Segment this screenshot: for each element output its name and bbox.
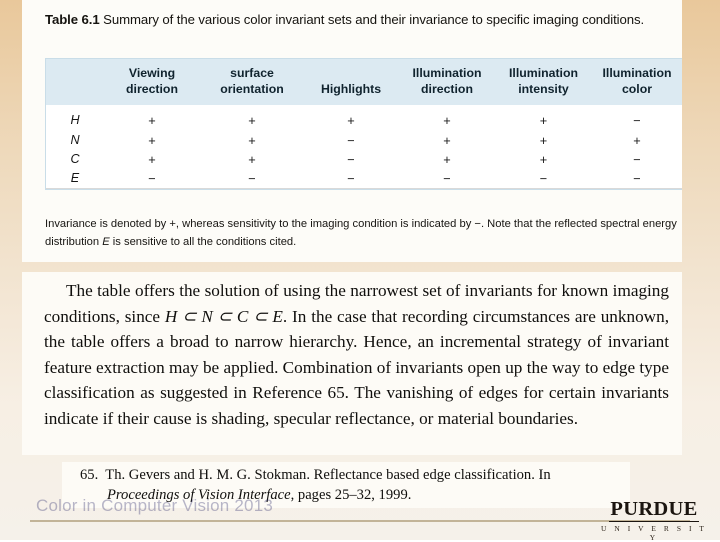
cell-c-surface-orientation: + — [200, 150, 304, 169]
cell-n-illumination-direction: + — [398, 131, 496, 150]
cell-e-illumination-color: − — [591, 169, 682, 189]
table-footnote: Invariance is denoted by +, whereas sens… — [45, 216, 682, 251]
cell-h-surface-orientation: + — [200, 105, 304, 131]
cell-c-highlights: − — [304, 150, 398, 169]
cell-e-surface-orientation: − — [200, 169, 304, 189]
purdue-university-subtitle: U N I V E R S I T Y — [600, 524, 708, 542]
row-label-e: E — [46, 169, 104, 189]
table-row: N + + − + + + — [46, 131, 682, 150]
footer-divider — [30, 520, 690, 522]
cell-n-illumination-intensity: + — [496, 131, 591, 150]
table-header-cell-viewing-direction: Viewing direction — [104, 59, 200, 105]
cell-n-viewing-direction: + — [104, 131, 200, 150]
row-label-h: H — [46, 105, 104, 131]
cell-c-illumination-intensity: + — [496, 150, 591, 169]
cell-e-highlights: − — [304, 169, 398, 189]
reference-number: 65. — [80, 467, 99, 483]
cell-h-illumination-direction: + — [398, 105, 496, 131]
slide-background: Table 6.1 Summary of the various color i… — [0, 0, 720, 542]
cell-e-illumination-direction: − — [398, 169, 496, 189]
table-header-cell-highlights: Highlights — [304, 59, 398, 105]
cell-h-highlights: + — [304, 105, 398, 131]
invariance-table-container: Viewing direction surface orientation Hi… — [45, 58, 682, 190]
table-footnote-part2: is sensitive to all the conditions cited… — [109, 235, 297, 248]
table-footnote-symbol-e: E — [102, 235, 110, 248]
table-header-cell-illumination-intensity: Illumination intensity — [496, 59, 591, 105]
table-caption-label: Table 6.1 — [45, 12, 100, 27]
reference-line-1: 65. Th. Gevers and H. M. G. Stokman. Ref… — [80, 465, 620, 485]
table-row: C + + − + + − — [46, 150, 682, 169]
table-header-cell-surface-orientation: surface orientation — [200, 59, 304, 105]
cell-n-surface-orientation: + — [200, 131, 304, 150]
cell-h-illumination-color: − — [591, 105, 682, 131]
table-header-cell-0 — [46, 59, 104, 105]
table-header-row: Viewing direction surface orientation Hi… — [46, 59, 682, 105]
row-label-n: N — [46, 131, 104, 150]
purdue-logo: PURDUE U N I V E R S I T Y — [600, 498, 708, 542]
paragraph-card: The table offers the solution of using t… — [22, 272, 682, 455]
body-paragraph: The table offers the solution of using t… — [44, 278, 669, 432]
cell-n-highlights: − — [304, 131, 398, 150]
cell-h-viewing-direction: + — [104, 105, 200, 131]
cell-n-illumination-color: + — [591, 131, 682, 150]
reference-authors-title: Th. Gevers and H. M. G. Stokman. Reflect… — [105, 467, 551, 483]
table-header-cell-illumination-color: Illumination color — [591, 59, 682, 105]
table-row: E − − − − − − — [46, 169, 682, 189]
paragraph-math-expression: H ⊂ N ⊂ C ⊂ E — [164, 306, 283, 326]
row-label-c: C — [46, 150, 104, 169]
cell-h-illumination-intensity: + — [496, 105, 591, 131]
table-header-cell-illumination-direction: Illumination direction — [398, 59, 496, 105]
cell-e-viewing-direction: − — [104, 169, 200, 189]
table-caption: Table 6.1 Summary of the various color i… — [45, 9, 655, 30]
purdue-wordmark: PURDUE — [609, 498, 699, 522]
invariance-table: Viewing direction surface orientation Hi… — [46, 59, 682, 189]
reference-pages-year: , pages 25–32, 1999. — [290, 487, 412, 503]
slide-footer-title: Color in Computer Vision 2013 — [36, 496, 274, 515]
cell-e-illumination-intensity: − — [496, 169, 591, 189]
table-caption-text: Summary of the various color invariant s… — [103, 12, 645, 27]
table-row: H + + + + + − — [46, 105, 682, 131]
cell-c-illumination-color: − — [591, 150, 682, 169]
cell-c-illumination-direction: + — [398, 150, 496, 169]
cell-c-viewing-direction: + — [104, 150, 200, 169]
table-figure-card: Table 6.1 Summary of the various color i… — [22, 0, 682, 262]
